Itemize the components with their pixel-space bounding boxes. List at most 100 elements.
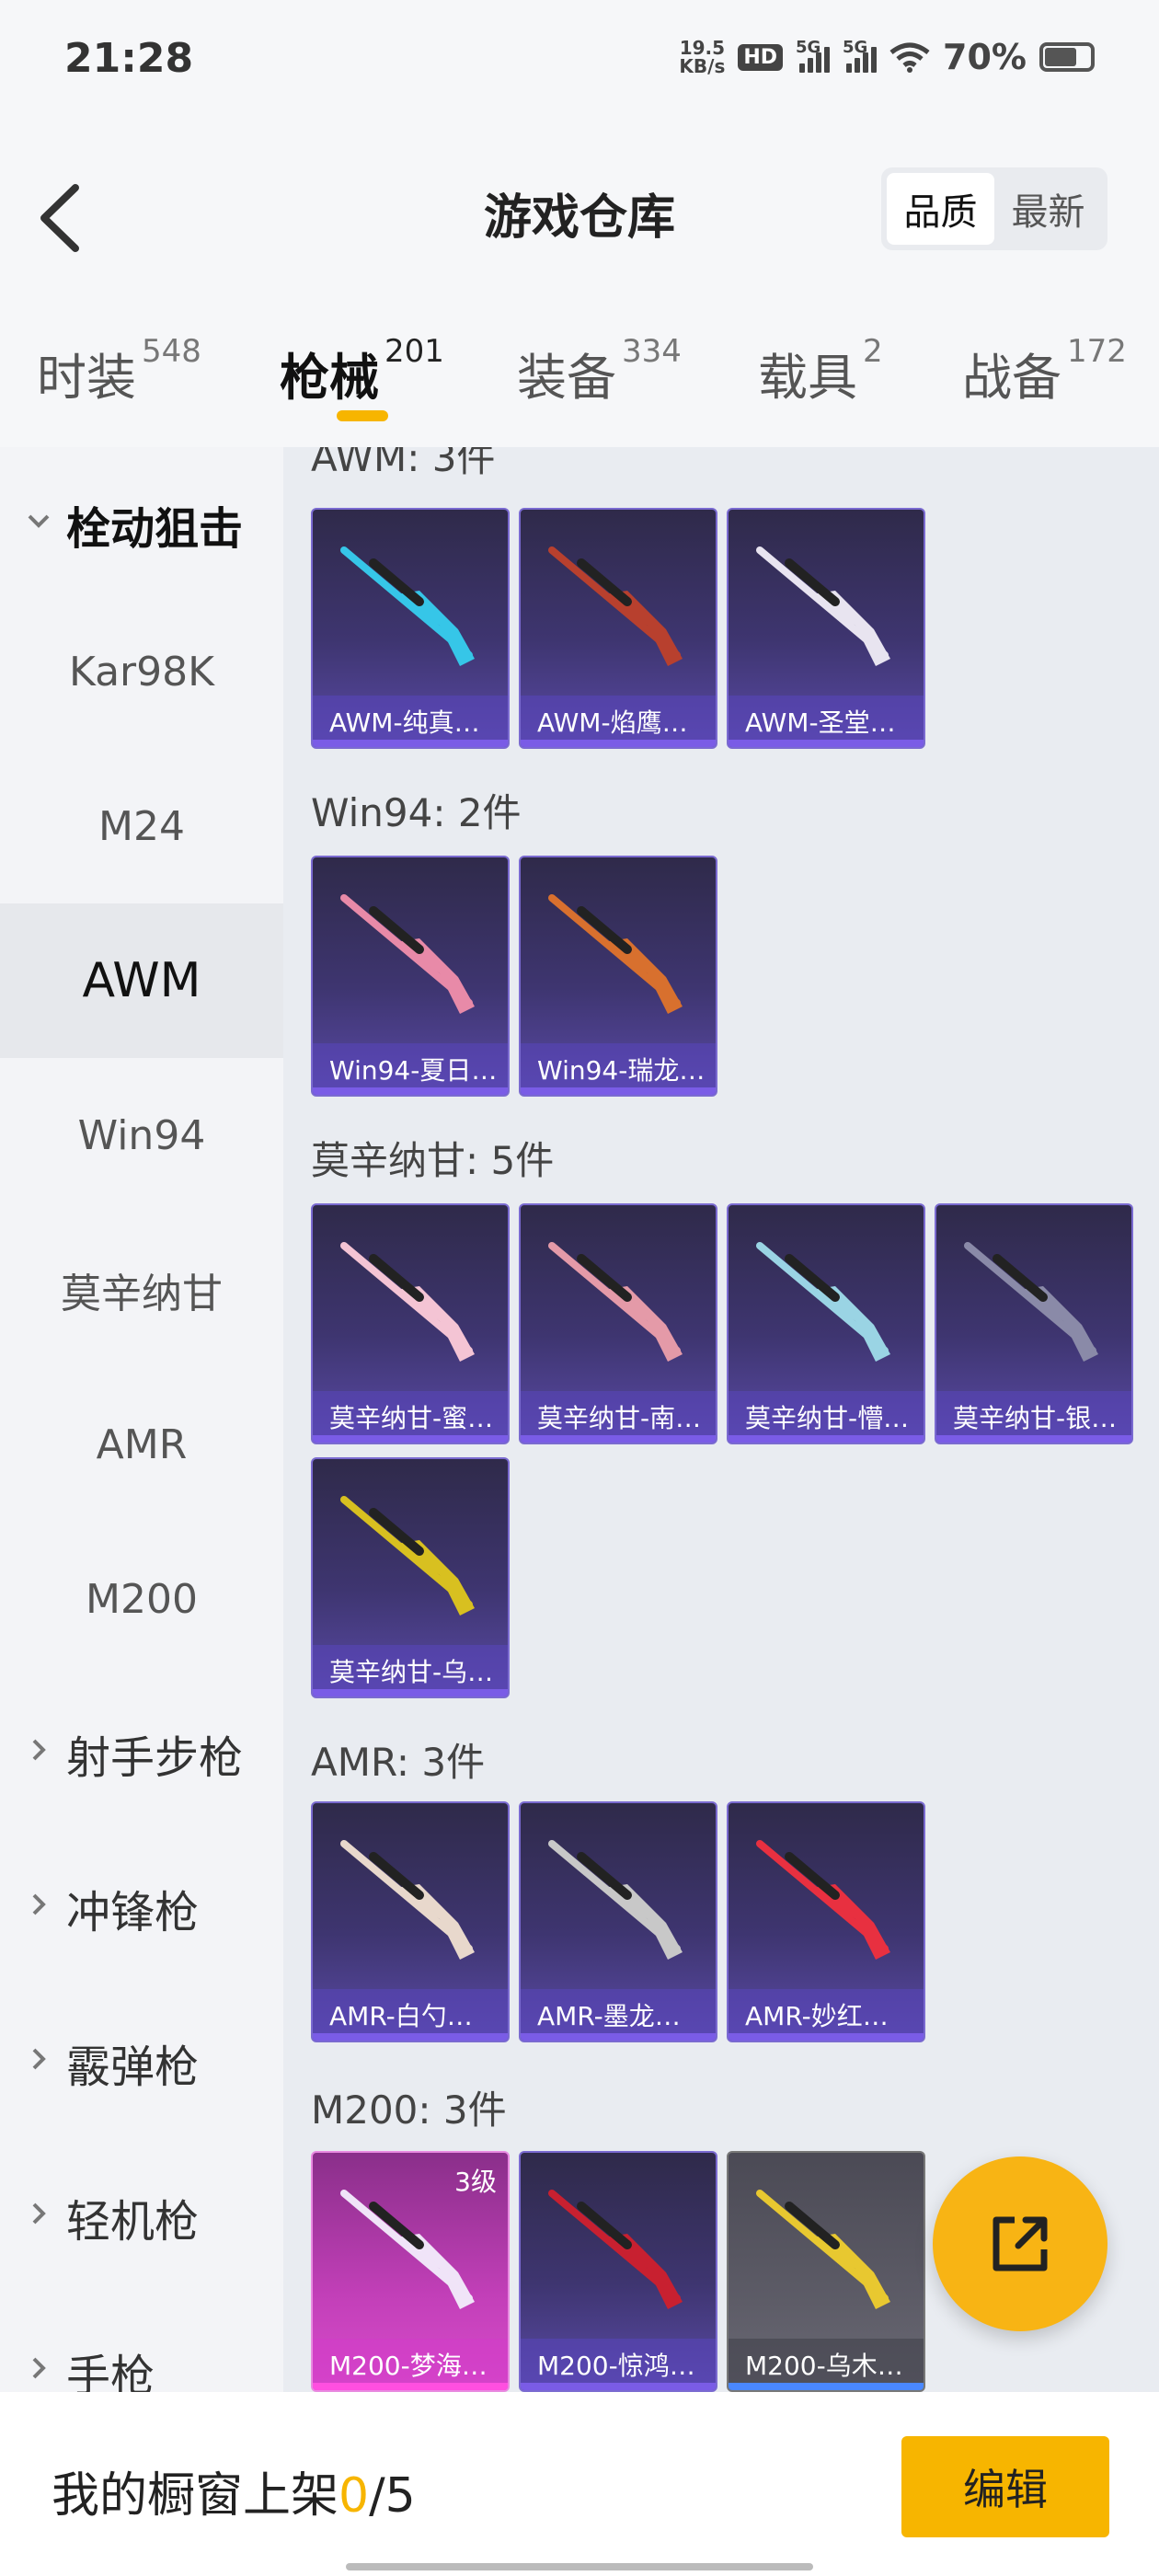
weapon-category-sidebar: 栓动狙击 Kar98K M24 AWM Win94 莫辛纳甘 AMR M200 … <box>0 447 283 2392</box>
sidebar-item-m200[interactable]: M200 <box>0 1522 283 1676</box>
sidebar-group-smg[interactable]: 冲锋枪 <box>0 1831 283 1985</box>
wifi-icon <box>889 42 930 73</box>
weapon-image <box>756 1242 890 1362</box>
weapon-image <box>548 894 683 1014</box>
sort-option-quality[interactable]: 品质 <box>887 173 994 245</box>
sidebar-item-mosin[interactable]: 莫辛纳甘 <box>0 1213 283 1367</box>
tab-label: 枪械 <box>280 349 379 407</box>
sidebar-group-bolt-action[interactable]: 栓动狙击 <box>0 447 283 602</box>
sidebar-item-label: 射手步枪 <box>66 1732 244 1784</box>
section-title-win94: Win94: 2件 <box>311 790 522 835</box>
chevron-right-icon <box>32 1893 46 1915</box>
weapon-skin-card[interactable]: 莫辛纳甘-懵… <box>727 1203 925 1444</box>
sidebar-item-m24[interactable]: M24 <box>0 749 283 903</box>
weapon-skin-card[interactable]: M200-惊鸿… <box>519 2151 717 2392</box>
weapon-image <box>548 2190 683 2309</box>
chevron-right-icon <box>32 2048 46 2070</box>
weapon-skin-card[interactable]: Win94-夏日… <box>311 856 510 1097</box>
sort-option-newest[interactable]: 最新 <box>994 173 1102 245</box>
status-bar: 21:28 19.5 KB/s HD 5G 5G 70% <box>0 0 1159 116</box>
sim1-network-type: 5G <box>796 38 821 57</box>
network-speed: 19.5 KB/s <box>679 39 725 75</box>
weapon-image <box>756 546 890 666</box>
rarity-stripe <box>521 2033 716 2041</box>
section-title-amr: AMR: 3件 <box>311 1740 486 1785</box>
sidebar-item-label: Win94 <box>77 1111 206 1159</box>
sidebar-item-amr[interactable]: AMR <box>0 1367 283 1522</box>
sidebar-item-label: 栓动狙击 <box>66 503 244 555</box>
weapon-skin-card[interactable]: AWM-纯真… <box>311 508 510 749</box>
showcase-label: 我的橱窗上架 <box>52 2468 339 2524</box>
section-title-mosin: 莫辛纳甘: 5件 <box>311 1138 555 1183</box>
home-indicator[interactable] <box>346 2563 813 2570</box>
sort-toggle[interactable]: 品质 最新 <box>881 167 1107 250</box>
chevron-right-icon <box>32 2357 46 2379</box>
rarity-stripe <box>936 1435 1131 1443</box>
weapon-skin-card[interactable]: Win94-瑞龙… <box>519 856 717 1097</box>
weapon-skin-card[interactable]: AWM-圣堂… <box>727 508 925 749</box>
signal-icon-sim2: 5G <box>843 38 878 73</box>
rarity-stripe <box>521 2383 716 2390</box>
tab-combat-gear[interactable]: 战备 172 <box>962 333 1127 438</box>
weapon-image <box>756 1840 890 1960</box>
category-tabs: 时装 548 枪械 201 装备 334 载具 2 战备 172 <box>0 328 1159 447</box>
weapon-skin-card[interactable]: 莫辛纳甘-乌… <box>311 1457 510 1698</box>
sidebar-item-awm[interactable]: AWM <box>0 903 283 1058</box>
weapon-skin-card[interactable]: AMR-墨龙… <box>519 1801 717 2042</box>
weapon-image <box>548 1840 683 1960</box>
weapon-image <box>756 2190 890 2309</box>
sidebar-item-label: 冲锋枪 <box>66 1887 200 1938</box>
sidebar-item-label: AMR <box>96 1420 188 1468</box>
rarity-stripe <box>313 2383 508 2390</box>
sidebar-item-win94[interactable]: Win94 <box>0 1058 283 1213</box>
share-button[interactable] <box>933 2156 1107 2331</box>
rarity-stripe <box>729 1435 924 1443</box>
level-badge: 3级 <box>454 2167 497 2197</box>
weapon-image <box>340 1242 475 1362</box>
sidebar-item-label: 莫辛纳甘 <box>61 1271 223 1317</box>
sidebar-group-marksman-rifle[interactable]: 射手步枪 <box>0 1676 283 1831</box>
weapon-skin-card[interactable]: AMR-白勺… <box>311 1801 510 2042</box>
share-icon <box>993 2216 1048 2271</box>
hd-voice-icon: HD <box>738 43 784 71</box>
rarity-stripe <box>729 2383 924 2390</box>
battery-icon <box>1039 42 1095 72</box>
tab-fashion[interactable]: 时装 548 <box>37 333 201 438</box>
weapon-image <box>340 1496 475 1616</box>
weapon-skin-card[interactable]: 莫辛纳甘-南… <box>519 1203 717 1444</box>
tab-equipment[interactable]: 装备 334 <box>517 333 682 438</box>
rarity-stripe <box>521 1435 716 1443</box>
rarity-stripe <box>313 2033 508 2041</box>
weapon-image <box>340 894 475 1014</box>
showcase-count: 0 <box>339 2468 370 2524</box>
weapon-skin-card[interactable]: 莫辛纳甘-银… <box>935 1203 1133 1444</box>
weapon-image <box>340 1840 475 1960</box>
bottom-bar: 我的橱窗上架0/5 编辑 <box>0 2392 1159 2576</box>
rarity-stripe <box>313 1689 508 1696</box>
sidebar-group-shotgun[interactable]: 霰弹枪 <box>0 1985 283 2140</box>
rarity-stripe <box>313 740 508 747</box>
rarity-stripe <box>313 1087 508 1095</box>
edit-button[interactable]: 编辑 <box>901 2436 1109 2537</box>
weapon-image <box>340 2190 475 2309</box>
sidebar-item-label: M200 <box>86 1575 198 1623</box>
sidebar-group-lmg[interactable]: 轻机枪 <box>0 2140 283 2294</box>
sidebar-item-label: 轻机枪 <box>66 2196 200 2248</box>
sidebar-item-label: Kar98K <box>69 648 214 696</box>
weapon-skin-card[interactable]: M200-乌木… <box>727 2151 925 2392</box>
network-speed-unit: KB/s <box>679 55 726 77</box>
sidebar-group-pistol[interactable]: 手枪 <box>0 2294 283 2392</box>
tab-vehicles[interactable]: 载具 2 <box>758 333 883 438</box>
sim2-network-type: 5G <box>843 38 868 57</box>
tab-count: 172 <box>1067 333 1127 370</box>
sidebar-item-label: M24 <box>98 802 185 850</box>
weapon-skin-card[interactable]: 3级 M200-梦海… <box>311 2151 510 2392</box>
weapon-skin-card[interactable]: AWM-焰鹰… <box>519 508 717 749</box>
weapon-skin-card[interactable]: 莫辛纳甘-蜜… <box>311 1203 510 1444</box>
tab-count: 201 <box>384 333 444 370</box>
sidebar-item-kar98k[interactable]: Kar98K <box>0 594 283 749</box>
battery-percent: 70% <box>943 37 1027 77</box>
tab-firearms[interactable]: 枪械 201 <box>280 333 444 438</box>
weapon-skin-card[interactable]: AMR-妙红… <box>727 1801 925 2042</box>
tab-count: 334 <box>622 333 682 370</box>
